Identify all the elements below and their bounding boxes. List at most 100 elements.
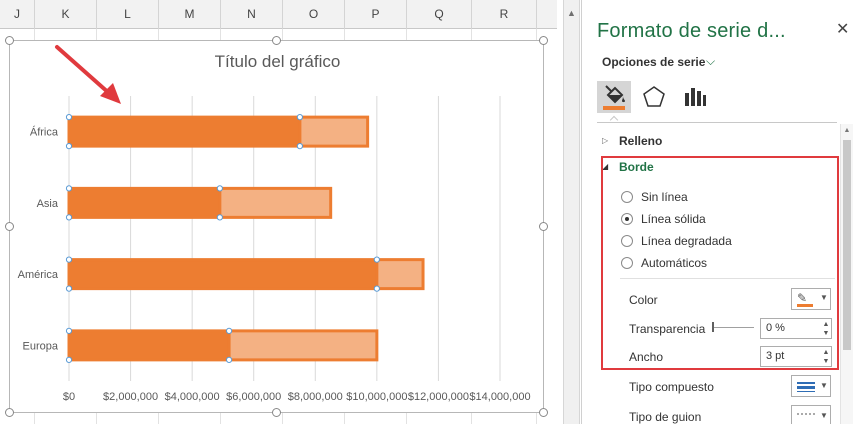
bar-chart-icon	[685, 88, 706, 106]
dash-type-label: Tipo de guion	[629, 410, 702, 424]
tab-series-options[interactable]	[678, 81, 712, 113]
category-label: África	[30, 126, 59, 139]
paint-bucket-icon	[603, 85, 625, 110]
compound-type-dropdown[interactable]: ▼	[791, 375, 831, 397]
x-tick-label: $14,000,000	[469, 391, 530, 403]
border-option-label: Línea degradada	[641, 234, 732, 248]
pane-scroll-thumb[interactable]	[843, 140, 851, 350]
selection-handle[interactable]	[65, 214, 73, 221]
chart-resize-handle-tr[interactable]	[539, 36, 548, 45]
column-header-p[interactable]: P	[345, 0, 407, 29]
chart-resize-handle-t[interactable]	[272, 36, 281, 45]
chart-resize-handle-b[interactable]	[272, 408, 281, 417]
x-tick-label: $2,000,000	[103, 391, 158, 403]
color-picker-button[interactable]: ✎ ▼	[791, 288, 831, 310]
bar-segment[interactable]	[218, 186, 333, 219]
bar-segment[interactable]	[298, 115, 370, 148]
options-separator	[620, 278, 835, 279]
plot-area[interactable]: $0 $2,000,000 $4,000,000 $6,000,000 $8,000,0…	[10, 41, 545, 414]
border-option-3[interactable]: Línea degradada	[621, 233, 732, 249]
selection-handle[interactable]	[65, 185, 73, 192]
column-header-l[interactable]: L	[97, 0, 159, 29]
selection-handle[interactable]	[216, 185, 223, 192]
tab-fill-line[interactable]	[597, 81, 631, 113]
spin-down-icon[interactable]: ▼	[821, 329, 831, 338]
transparency-value: 0 %	[766, 322, 785, 334]
column-header-q[interactable]: Q	[407, 0, 472, 29]
transparency-slider[interactable]	[712, 322, 754, 332]
tab-effects[interactable]	[637, 81, 671, 113]
section-relleno[interactable]: Relleno	[619, 134, 662, 148]
column-header-n[interactable]: N	[221, 0, 283, 29]
scroll-up-arrow-icon[interactable]: ▲	[564, 6, 579, 20]
selection-handle[interactable]	[225, 327, 233, 334]
pane-scrollbar[interactable]: ▲	[840, 124, 853, 424]
selection-handle[interactable]	[225, 356, 233, 363]
x-tick-label: $10,000,000	[346, 391, 407, 403]
slider-track	[712, 327, 754, 328]
annotation-arrow-shaft	[55, 45, 112, 96]
bar-segment[interactable]	[227, 329, 379, 362]
spin-up-icon[interactable]: ▲	[821, 348, 831, 357]
caret-down-icon: ▼	[820, 381, 828, 390]
color-label: Color	[629, 293, 658, 307]
selection-handle[interactable]	[373, 285, 380, 292]
chart-area[interactable]: Título del gráfico $0 $2,000,000 $4,000,00…	[5, 36, 548, 417]
bar-segment[interactable]	[67, 115, 302, 148]
chart-resize-handle-r[interactable]	[539, 222, 548, 231]
chevron-down-icon[interactable]: ⌵	[706, 54, 715, 69]
column-header-r[interactable]: R	[472, 0, 537, 29]
x-tick-label: $12,000,000	[408, 391, 469, 403]
x-tick-label: $4,000,000	[165, 391, 220, 403]
radio-button[interactable]	[621, 191, 633, 203]
spin-up-icon[interactable]: ▲	[821, 320, 831, 329]
width-label: Ancho	[629, 350, 664, 364]
selection-handle[interactable]	[296, 143, 303, 150]
selection-handle[interactable]	[296, 114, 303, 121]
format-series-pane: Formato de serie d... ✕ Opciones de seri…	[581, 0, 853, 424]
selection-handle[interactable]	[65, 327, 73, 334]
chart-resize-handle-bl[interactable]	[5, 408, 14, 417]
x-tick-label: $8,000,000	[288, 391, 343, 403]
selection-handle[interactable]	[373, 256, 380, 263]
column-header-o[interactable]: O	[283, 0, 345, 29]
column-header-k[interactable]: K	[35, 0, 97, 29]
selection-handle[interactable]	[65, 114, 73, 121]
chart-resize-handle-l[interactable]	[5, 222, 14, 231]
spin-down-icon[interactable]: ▼	[821, 357, 831, 366]
width-input[interactable]: 3 pt ▲ ▼	[760, 346, 832, 367]
column-header-m[interactable]: M	[159, 0, 221, 29]
radio-button[interactable]	[621, 235, 633, 247]
scroll-up-arrow-icon[interactable]: ▲	[842, 126, 852, 136]
compound-type-label: Tipo compuesto	[629, 380, 714, 394]
bar-segment[interactable]	[67, 329, 231, 362]
series-options-dropdown[interactable]: Opciones de serie	[602, 55, 705, 69]
slider-thumb[interactable]	[712, 322, 714, 332]
expand-triangle-icon[interactable]: ▷	[602, 136, 608, 145]
chart-resize-handle-tl[interactable]	[5, 36, 14, 45]
column-header-j[interactable]: J	[0, 0, 35, 29]
border-option-4[interactable]: Automáticos	[621, 255, 707, 271]
caret-down-icon: ▼	[820, 411, 828, 420]
category-label: Asia	[37, 198, 59, 210]
selection-handle[interactable]	[216, 214, 223, 221]
selection-handle[interactable]	[65, 143, 73, 150]
column-header-bar: JKLMNOPQR	[0, 0, 557, 29]
sheet-vertical-scrollbar[interactable]: ▲	[563, 0, 580, 424]
radio-button[interactable]	[621, 257, 633, 269]
selection-handle[interactable]	[65, 356, 73, 363]
x-tick-label: $6,000,000	[226, 391, 281, 403]
color-swatch	[797, 304, 813, 307]
border-option-1[interactable]: Sin línea	[621, 189, 688, 205]
selection-handle[interactable]	[65, 256, 73, 263]
border-option-2[interactable]: Línea sólida	[621, 211, 706, 227]
bar-segment[interactable]	[67, 258, 379, 291]
close-icon[interactable]: ✕	[836, 19, 849, 39]
transparency-input[interactable]: 0 % ▲ ▼	[760, 318, 832, 339]
bar-segment[interactable]	[375, 258, 425, 291]
dash-type-dropdown[interactable]: ▼	[791, 405, 831, 424]
radio-button[interactable]	[621, 213, 633, 225]
bar-segment[interactable]	[67, 186, 222, 219]
chart-resize-handle-br[interactable]	[539, 408, 548, 417]
selection-handle[interactable]	[65, 285, 73, 292]
